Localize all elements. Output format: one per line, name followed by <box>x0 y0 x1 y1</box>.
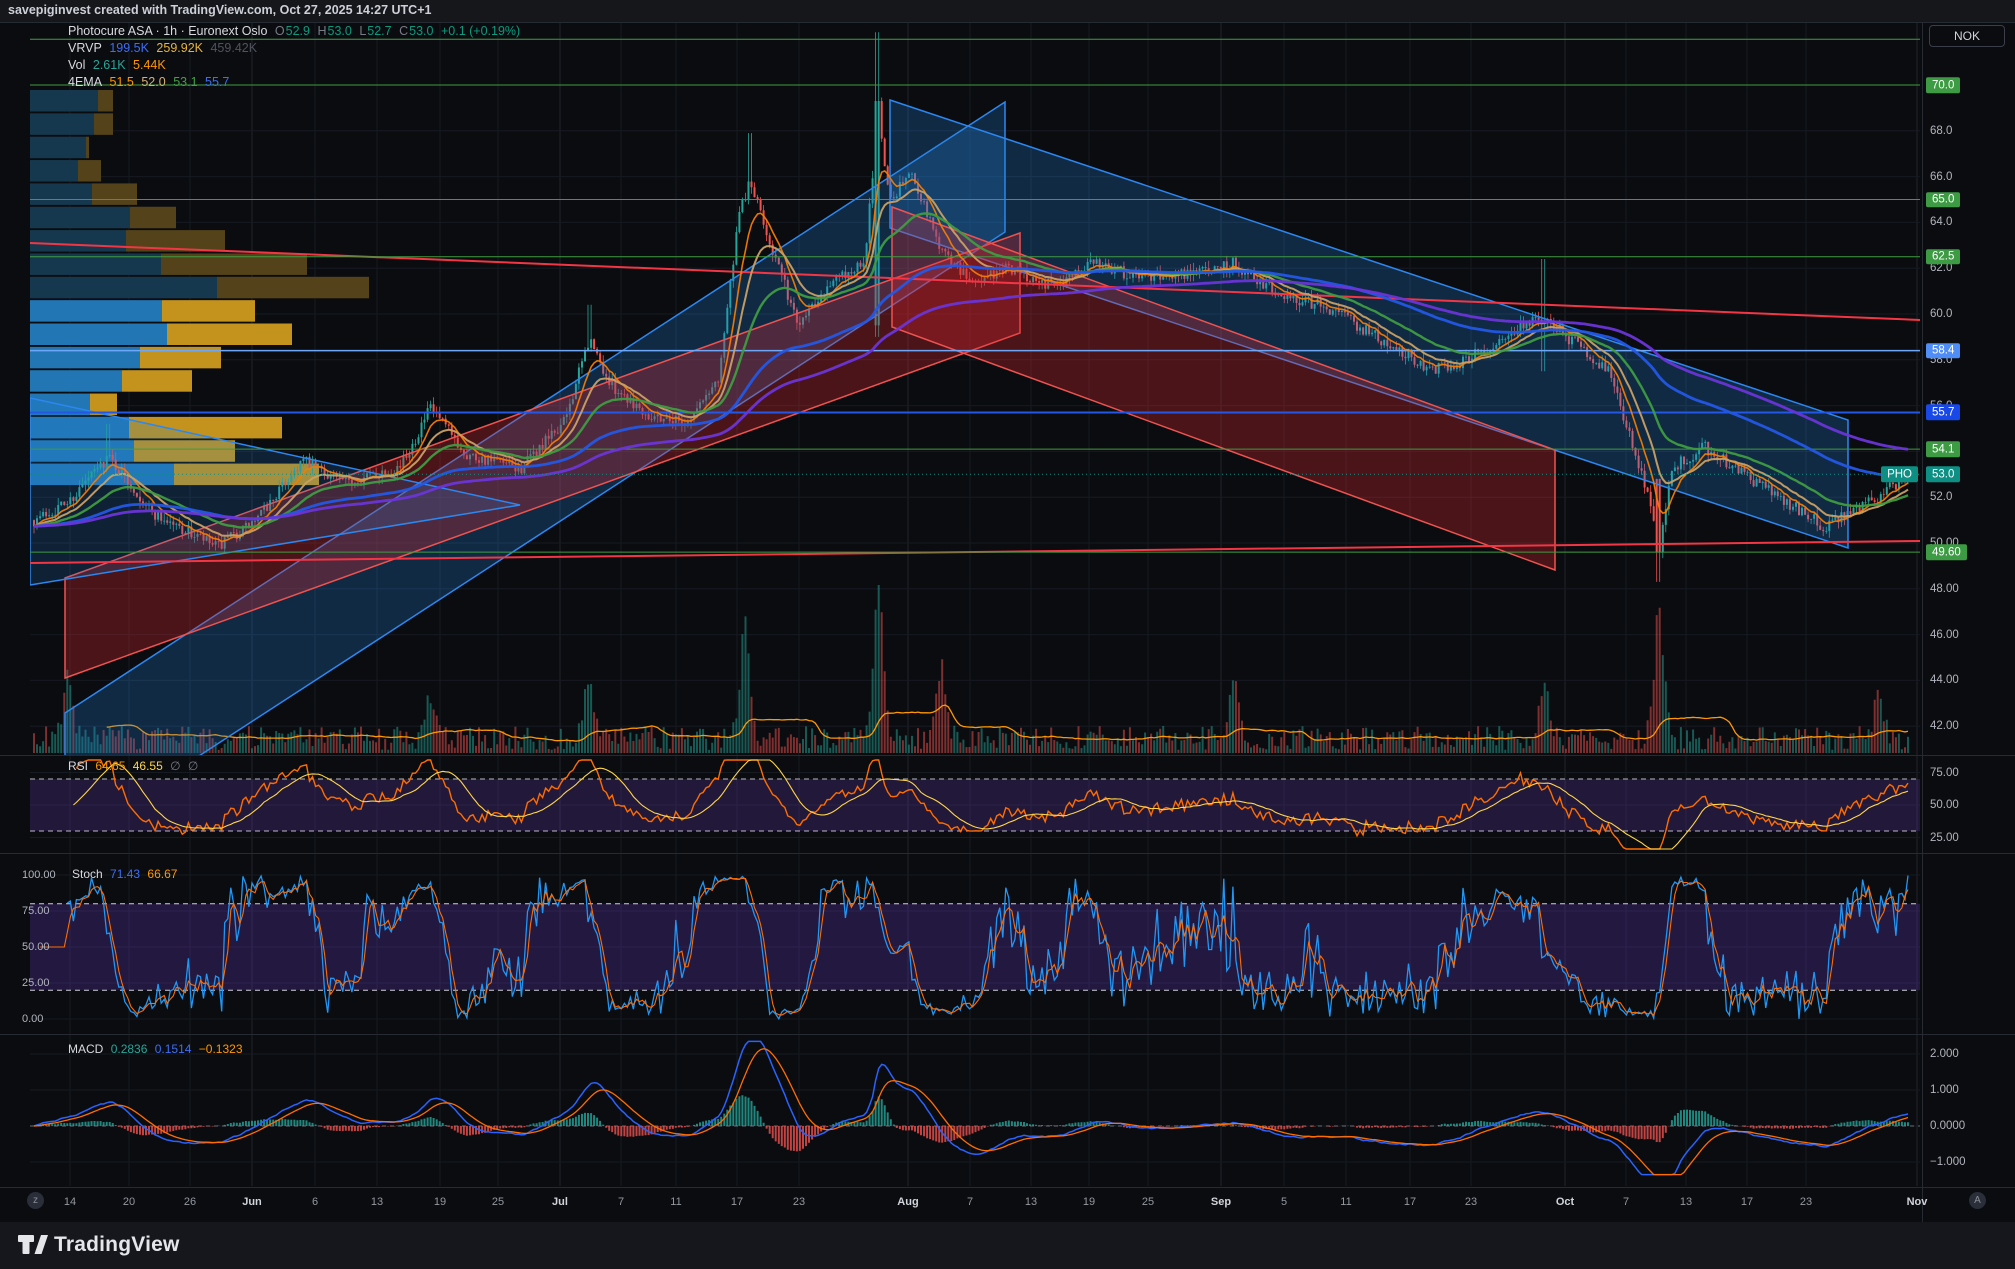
close-value: 53.0 <box>409 24 433 38</box>
vrvp-bar <box>30 230 126 252</box>
vrvp-bar <box>30 300 162 322</box>
currency-toggle-button[interactable]: NOK <box>1929 25 2005 47</box>
open-value: 52.9 <box>286 24 310 38</box>
vrvp-bar <box>162 300 255 322</box>
vrvp-value-3: 459.42K <box>210 41 257 55</box>
export-header: savepiginvest created with TradingView.c… <box>0 0 2015 22</box>
change-value: +0.1 (+0.19%) <box>441 24 520 38</box>
high-key: H <box>317 24 326 38</box>
symbol-legend[interactable]: Photocure ASA · 1h · Euronext Oslo O52.9… <box>68 24 524 38</box>
vrvp-bar <box>30 137 86 159</box>
ema-value-1: 51.5 <box>110 75 134 89</box>
vrvp-bar <box>30 90 98 112</box>
vrvp-bar <box>217 277 369 299</box>
close-key: C <box>399 24 408 38</box>
rsi-pane[interactable] <box>30 760 1920 849</box>
rsi-band <box>30 779 1920 831</box>
symbol-title: Photocure ASA · 1h · Euronext Oslo <box>68 24 267 38</box>
macd-value: 0.1514 <box>155 1042 192 1056</box>
vrvp-bar <box>30 207 130 229</box>
volume-ma-value: 5.44K <box>133 58 166 72</box>
rsi-value: 64.65 <box>95 759 125 773</box>
macd-legend[interactable]: MACD 0.2836 0.1514 −0.1323 <box>68 1042 247 1056</box>
ema-legend[interactable]: 4EMA 51.5 52.0 53.1 55.7 <box>68 75 233 89</box>
rsi-label: RSI <box>68 759 88 773</box>
vrvp-bar <box>86 137 89 159</box>
vrvp-bar <box>130 207 176 229</box>
stoch-d-value: 66.67 <box>147 867 177 881</box>
stoch-pane[interactable] <box>30 876 1920 1019</box>
stoch-legend[interactable]: Stoch 71.43 66.67 <box>72 867 181 881</box>
rsi-empty-1: ∅ <box>170 759 180 773</box>
volume-legend[interactable]: Vol 2.61K 5.44K <box>68 58 170 72</box>
macd-label: MACD <box>68 1042 103 1056</box>
ema-value-4: 55.7 <box>205 75 229 89</box>
high-value: 53.0 <box>328 24 352 38</box>
low-key: L <box>359 24 366 38</box>
ema-value-2: 52.0 <box>141 75 165 89</box>
vrvp-bar <box>98 90 113 112</box>
vrvp-bar <box>78 160 101 182</box>
vrvp-bar <box>122 370 192 392</box>
vrvp-bar <box>30 160 78 182</box>
vrvp-bar <box>94 113 113 135</box>
macd-signal-value: −0.1323 <box>199 1042 243 1056</box>
volume-label: Vol <box>68 58 85 72</box>
open-key: O <box>275 24 285 38</box>
vrvp-bar <box>30 324 167 346</box>
vrvp-bar <box>30 370 122 392</box>
vrvp-bar <box>30 277 217 299</box>
time-axis[interactable] <box>0 1188 2015 1222</box>
stoch-k-value: 71.43 <box>110 867 140 881</box>
vrvp-value-1: 199.5K <box>109 41 149 55</box>
stoch-band <box>30 904 1920 990</box>
pane-separator <box>0 22 2015 23</box>
main-price-pane[interactable] <box>30 32 1920 843</box>
tradingview-logo[interactable] <box>18 1232 48 1258</box>
price-axis[interactable] <box>1923 22 2015 1222</box>
rsi-empty-2: ∅ <box>188 759 198 773</box>
ema-label: 4EMA <box>68 75 102 89</box>
vrvp-label: VRVP <box>68 41 102 55</box>
vrvp-value-2: 259.92K <box>156 41 203 55</box>
macd-hist-value: 0.2836 <box>111 1042 148 1056</box>
ema-value-3: 53.1 <box>173 75 197 89</box>
chart-canvas[interactable] <box>0 0 2015 1269</box>
pane-separator[interactable] <box>0 755 2015 756</box>
vrvp-bar <box>30 183 92 205</box>
pane-separator[interactable] <box>0 853 2015 854</box>
footer-bar: TradingView <box>0 1222 2015 1269</box>
macd-pane[interactable] <box>30 1041 1920 1174</box>
low-value: 52.7 <box>367 24 391 38</box>
rsi-ma-value: 46.55 <box>133 759 163 773</box>
vrvp-legend[interactable]: VRVP 199.5K 259.92K 459.42K <box>68 41 261 55</box>
stoch-label: Stoch <box>72 867 103 881</box>
vrvp-bar <box>92 183 137 205</box>
vrvp-bar <box>167 324 292 346</box>
rsi-legend[interactable]: RSI 64.65 46.55 ∅ ∅ <box>68 759 202 773</box>
vrvp-bar <box>30 113 94 135</box>
volume-value: 2.61K <box>93 58 126 72</box>
brand-name: TradingView <box>54 1233 180 1257</box>
auto-scale-button[interactable]: A <box>1969 1192 1986 1209</box>
timezone-button[interactable]: z <box>27 1192 44 1209</box>
pane-separator[interactable] <box>0 1034 2015 1035</box>
